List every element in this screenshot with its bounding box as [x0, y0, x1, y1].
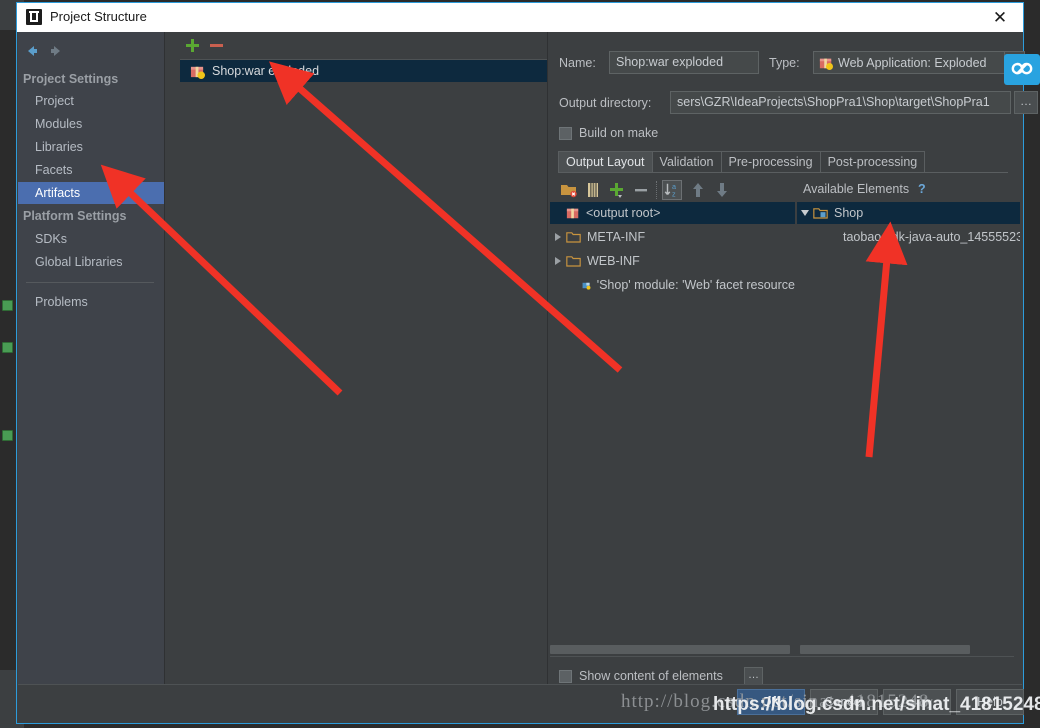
gutter-marker-icon	[2, 300, 13, 311]
add-archive-icon[interactable]	[583, 180, 603, 200]
sidebar-nav	[18, 39, 164, 65]
close-icon[interactable]: ✕	[985, 7, 1015, 29]
svg-text:z: z	[672, 189, 676, 198]
dialog-title-bar: Project Structure ✕	[17, 3, 1023, 33]
tree-row-label: META-INF	[587, 230, 646, 244]
move-down-icon[interactable]	[712, 180, 732, 200]
show-content-checkbox[interactable]	[559, 670, 572, 683]
artifact-war-icon	[566, 208, 579, 219]
artifacts-list: Shop:war exploded	[180, 59, 547, 686]
tree-row[interactable]: 'Shop' module: 'Web' facet resource	[550, 274, 795, 296]
sidebar-item-project[interactable]: Project	[18, 90, 164, 112]
type-select-value: Web Application: Exploded	[838, 55, 987, 70]
detail-tabs: Output Layout Validation Pre-processing …	[558, 151, 926, 173]
list-item[interactable]: Shop:war exploded	[180, 60, 547, 82]
cloud-sync-badge-icon[interactable]	[1004, 54, 1040, 85]
sidebar-item-sdks[interactable]: SDKs	[18, 228, 164, 250]
sort-alphabetically-icon[interactable]: az	[662, 180, 682, 200]
show-content-label: Show content of elements	[579, 669, 723, 683]
tree-row[interactable]: <output root>	[550, 202, 795, 224]
help-icon[interactable]: ?	[918, 182, 926, 196]
gutter-marker-icon	[2, 430, 13, 441]
type-field-label: Type:	[769, 56, 800, 70]
tab-output-layout[interactable]: Output Layout	[558, 151, 653, 173]
available-elements-tree: Shop taobao-sdk-java-auto_14555523	[797, 202, 1020, 632]
name-field-label: Name:	[559, 56, 596, 70]
sidebar-item-modules[interactable]: Modules	[18, 113, 164, 135]
add-artifact-button[interactable]	[183, 36, 202, 55]
tree-row-label: <output root>	[586, 206, 661, 220]
tree-row[interactable]: WEB-INF	[550, 250, 795, 272]
module-facet-icon	[582, 282, 591, 290]
output-layout-toolbar: az Available Elements ?	[558, 179, 1008, 201]
sidebar-item-artifacts[interactable]: Artifacts	[18, 182, 164, 204]
available-elements-label: Available Elements	[803, 182, 910, 196]
artifacts-column: Shop:war exploded	[165, 32, 548, 686]
toolbar-divider	[656, 181, 658, 199]
folder-icon	[566, 232, 581, 243]
chevron-right-icon[interactable]	[550, 226, 566, 248]
intellij-idea-icon	[26, 9, 42, 25]
gutter-marker-icon	[2, 342, 13, 353]
artifact-war-icon	[190, 66, 205, 79]
sidebar-group-platform-settings: Platform Settings	[23, 209, 127, 223]
watermark-front: https://blog.csdn.net/sinat_41815248	[713, 694, 1040, 715]
tree-row[interactable]: Shop	[797, 202, 1020, 224]
move-up-icon[interactable]	[688, 180, 708, 200]
artifact-name-label: Shop:war exploded	[212, 64, 320, 78]
page-title: Project Structure	[50, 9, 147, 24]
artifact-war-icon	[819, 58, 833, 70]
show-content-options-button[interactable]: …	[744, 667, 763, 685]
remove-icon[interactable]	[631, 180, 651, 200]
output-directory-label: Output directory:	[559, 96, 652, 110]
folder-icon	[566, 256, 581, 267]
type-select[interactable]: Web Application: Exploded	[813, 51, 1025, 74]
dialog-body: Project Settings Project Modules Librari…	[17, 32, 1038, 723]
settings-sidebar: Project Settings Project Modules Librari…	[18, 32, 165, 686]
tree-row[interactable]: META-INF	[550, 226, 795, 248]
tree-row-label: 'Shop' module: 'Web' facet resource	[596, 278, 795, 292]
tree-row-label: taobao-sdk-java-auto_14555523	[843, 230, 1020, 244]
project-structure-dialog: Project Structure ✕ Project Settings Pro…	[16, 2, 1038, 724]
tree-row-label: Shop	[834, 206, 864, 220]
output-layout-tree: <output root> META-INF WEB-INF 'Shop' mo…	[550, 202, 795, 632]
output-directory-input[interactable]: sers\GZR\IdeaProjects\ShopPra1\Shop\targ…	[670, 91, 1011, 114]
sidebar-item-problems[interactable]: Problems	[18, 291, 164, 313]
chevron-down-icon[interactable]	[797, 202, 813, 224]
artifact-detail-panel: Name: Shop:war exploded Type: Web Applic…	[548, 32, 1038, 693]
tab-validation[interactable]: Validation	[651, 151, 722, 173]
panel-divider	[550, 656, 1014, 657]
forward-arrow-icon[interactable]	[47, 42, 65, 60]
build-on-make-label: Build on make	[579, 126, 659, 140]
tab-pre-processing[interactable]: Pre-processing	[720, 151, 821, 173]
sidebar-item-libraries[interactable]: Libraries	[18, 136, 164, 158]
tree-twisty-none	[550, 202, 566, 224]
name-input[interactable]: Shop:war exploded	[609, 51, 759, 74]
output-directory-browse-button[interactable]: …	[1014, 91, 1038, 114]
sidebar-divider	[26, 282, 154, 283]
screen: Project Structure ✕ Project Settings Pro…	[0, 0, 1040, 728]
module-folder-icon	[813, 208, 828, 219]
output-tree-hscrollbar[interactable]	[550, 645, 790, 654]
build-on-make-checkbox[interactable]	[559, 127, 572, 140]
tree-twisty-none	[566, 274, 582, 296]
tree-row-label: WEB-INF	[587, 254, 640, 268]
add-copy-of-icon[interactable]	[607, 180, 627, 200]
sidebar-item-facets[interactable]: Facets	[18, 159, 164, 181]
available-tree-hscrollbar[interactable]	[800, 645, 970, 654]
sidebar-item-global-libraries[interactable]: Global Libraries	[18, 251, 164, 273]
chevron-right-icon[interactable]	[550, 250, 566, 272]
sidebar-group-project-settings: Project Settings	[23, 72, 119, 86]
create-directory-icon[interactable]	[559, 180, 579, 200]
tab-post-processing[interactable]: Post-processing	[819, 151, 926, 173]
back-arrow-icon[interactable]	[23, 42, 41, 60]
tree-row[interactable]: taobao-sdk-java-auto_14555523	[797, 226, 1020, 248]
remove-artifact-button[interactable]	[207, 36, 226, 55]
artifacts-toolbar	[165, 32, 547, 59]
tab-underline	[558, 172, 1008, 173]
